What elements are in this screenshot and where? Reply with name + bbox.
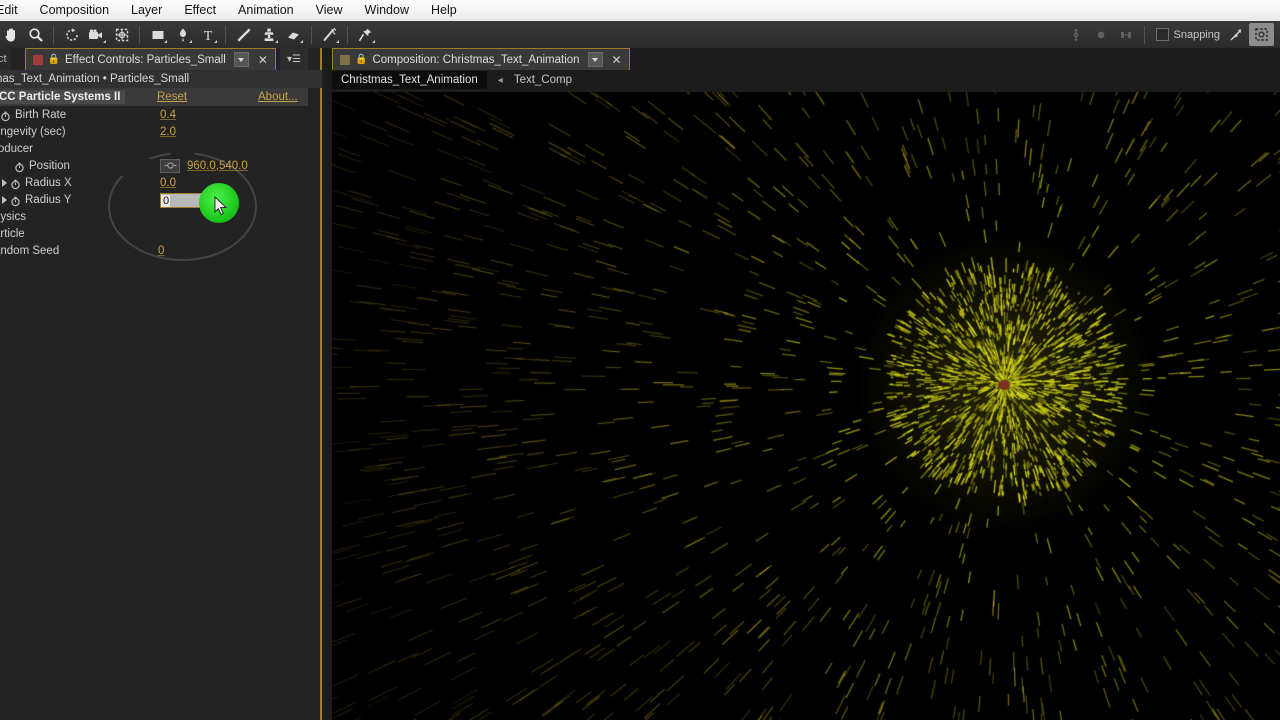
composition-color-swatch [340,54,350,65]
tool-flyout-corner [214,40,217,43]
type-tool-icon[interactable]: T [195,23,220,46]
about-link[interactable]: About... [258,91,298,103]
close-icon[interactable]: ✕ [612,53,622,67]
toolbar-divider-2 [139,25,140,44]
group-row-producer[interactable]: roducer [0,140,308,157]
composition-tab-row: 🔒 Composition: Christmas_Text_Animation … [332,48,630,70]
property-value-longevity[interactable]: 2.0 [160,126,176,138]
property-row-position[interactable]: Position 960.0,540.0 [0,157,308,174]
property-label-longevity: ongevity (sec) [0,125,66,138]
hand-tool-icon[interactable] [0,23,23,46]
twirl-arrow-icon[interactable] [2,195,7,204]
reset-link[interactable]: Reset [157,91,187,103]
property-row-birth-rate[interactable]: Birth Rate 0.4 [0,106,308,123]
twirl-arrow-icon[interactable] [2,178,7,187]
svg-text:T: T [203,29,212,43]
toolbar-divider-6 [1143,25,1145,44]
tool-flyout-corner [300,40,303,43]
effect-controls-layer-label: nas_Text_Animation • Particles_Small [0,73,190,85]
toolbar-divider-3 [225,25,226,44]
clone-stamp-tool-icon[interactable] [256,23,281,46]
mouse-pointer-icon [214,195,229,221]
tool-flyout-corner [189,40,192,43]
chevron-down-icon[interactable] [587,52,603,67]
property-label-radius-y: Radius Y [25,193,72,206]
group-label-physics: hysics [0,210,26,223]
property-label-radius-x: Radius X [25,176,72,189]
close-icon[interactable]: ✕ [258,53,268,67]
property-label-random-seed: andom Seed [0,244,60,257]
eraser-tool-icon[interactable] [281,23,306,46]
stopwatch-icon[interactable] [14,162,25,173]
effect-name-label: CC Particle Systems II [0,90,126,104]
puppet-pin-tool-icon[interactable] [353,23,378,46]
property-row-longevity[interactable]: ongevity (sec) 2.0 [0,123,308,140]
property-value-birth-rate[interactable]: 0.4 [160,109,176,121]
track-camera-icon[interactable] [1114,23,1139,46]
menu-item-layer[interactable]: Layer [120,0,173,21]
roto-brush-tool-icon[interactable] [317,23,342,46]
orbit-camera-icon[interactable] [1089,23,1114,46]
stopwatch-icon[interactable] [0,111,11,122]
zoom-tool-icon[interactable] [23,23,48,46]
composition-breadcrumb: Christmas_Text_Animation ◂ Text_Comp [332,70,572,90]
tab-effect-controls-label: Effect Controls: Particles_Small [65,53,226,66]
menu-item-window[interactable]: Window [354,0,420,21]
breadcrumb-separator-icon: ◂ [497,74,503,86]
stopwatch-icon[interactable] [10,196,21,207]
tool-flyout-corner [275,40,278,43]
tool-flyout-corner [372,40,375,43]
tab-composition-label: Composition: Christmas_Text_Animation [372,53,580,66]
effect-header-row[interactable]: CC Particle Systems II Reset About... [0,88,308,106]
tool-bar: T Snapping [0,21,1280,49]
chevron-down-icon[interactable] [233,52,249,67]
property-label-position: Position [29,159,70,172]
composition-color-swatch [32,54,43,65]
breadcrumb-sub-comp[interactable]: Text_Comp [514,74,572,86]
tool-flyout-corner [164,40,167,43]
menu-item-edit[interactable]: Edit [0,0,29,21]
composition-viewer[interactable] [332,92,1280,720]
snapping-toggle[interactable]: Snapping [1155,28,1221,41]
group-label-particle: article [0,227,25,240]
menu-item-effect[interactable]: Effect [173,0,227,21]
particle-burst-render [332,92,1280,720]
toolbar-divider-1 [53,25,54,44]
tab-composition[interactable]: 🔒 Composition: Christmas_Text_Animation … [332,48,630,70]
stopwatch-icon[interactable] [10,179,21,190]
anchor-point-tool-icon[interactable] [109,23,134,46]
lock-icon[interactable]: 🔒 [48,54,60,65]
effect-controls-layer-header: nas_Text_Animation • Particles_Small [0,70,322,88]
rotation-tool-icon[interactable] [59,23,84,46]
toolbar-divider-5 [347,25,348,44]
tool-flyout-corner [336,40,339,43]
tab-effect-controls[interactable]: 🔒 Effect Controls: Particles_Small ✕ [24,48,276,70]
menu-item-view[interactable]: View [305,0,354,21]
snapping-label: Snapping [1173,28,1221,41]
rectangle-tool-icon[interactable] [145,23,170,46]
menu-item-composition[interactable]: Composition [29,0,120,21]
panel-menu-icon[interactable]: ▾☰ [279,48,308,70]
project-tab-partial[interactable]: ct [0,48,11,70]
move-axis-icon[interactable] [1064,23,1089,46]
after-effects-window: Edit Composition Layer Effect Animation … [0,0,1280,720]
snapping-checkbox[interactable] [1155,28,1169,41]
effect-controls-tab-row: ct 🔒 Effect Controls: Particles_Small ✕ … [0,48,322,70]
breadcrumb-comp-name[interactable]: Christmas_Text_Animation [332,71,487,89]
tool-flyout-corner [103,40,106,43]
menu-bar: Edit Composition Layer Effect Animation … [0,0,1280,22]
menu-item-help[interactable]: Help [420,0,468,21]
property-label-birth-rate: Birth Rate [15,108,67,121]
pen-tool-icon[interactable] [170,23,195,46]
brush-tool-icon[interactable] [231,23,256,46]
toolbar-divider-4 [311,25,312,44]
camera-tool-icon[interactable] [84,23,109,46]
region-of-interest-icon[interactable] [1249,23,1274,46]
pan-behind-arrow-icon[interactable] [1224,23,1249,46]
lock-icon[interactable]: 🔒 [355,54,367,65]
group-label-producer: roducer [0,142,33,155]
menu-item-animation[interactable]: Animation [227,0,305,21]
